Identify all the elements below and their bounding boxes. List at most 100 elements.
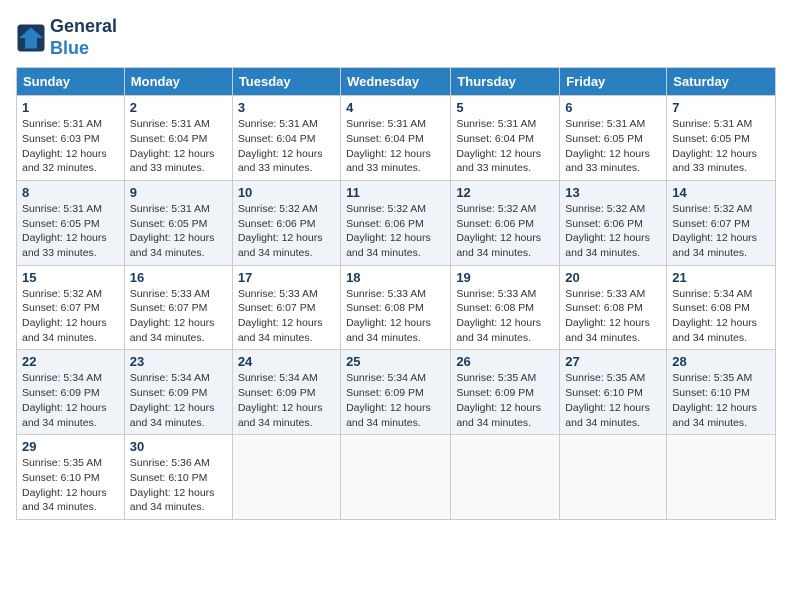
day-info: Sunrise: 5:31 AM Sunset: 6:04 PM Dayligh… <box>238 117 335 176</box>
day-number: 28 <box>672 354 770 369</box>
calendar-week-5: 29 Sunrise: 5:35 AM Sunset: 6:10 PM Dayli… <box>17 435 776 520</box>
calendar-cell: 20 Sunrise: 5:33 AM Sunset: 6:08 PM Dayli… <box>560 265 667 350</box>
day-info: Sunrise: 5:32 AM Sunset: 6:06 PM Dayligh… <box>346 202 445 261</box>
calendar-cell <box>232 435 340 520</box>
logo-text: General Blue <box>50 16 117 59</box>
day-info: Sunrise: 5:31 AM Sunset: 6:05 PM Dayligh… <box>565 117 661 176</box>
header-saturday: Saturday <box>667 68 776 96</box>
day-number: 18 <box>346 270 445 285</box>
calendar-cell: 9Sunrise: 5:31 AM Sunset: 6:05 PM Daylig… <box>124 180 232 265</box>
calendar-cell: 2Sunrise: 5:31 AM Sunset: 6:04 PM Daylig… <box>124 96 232 181</box>
day-number: 27 <box>565 354 661 369</box>
calendar-week-2: 8Sunrise: 5:31 AM Sunset: 6:05 PM Daylig… <box>17 180 776 265</box>
calendar-cell <box>341 435 451 520</box>
day-info: Sunrise: 5:35 AM Sunset: 6:09 PM Dayligh… <box>456 371 554 430</box>
day-number: 1 <box>22 100 119 115</box>
header-thursday: Thursday <box>451 68 560 96</box>
day-info: Sunrise: 5:34 AM Sunset: 6:08 PM Dayligh… <box>672 287 770 346</box>
day-number: 19 <box>456 270 554 285</box>
day-number: 26 <box>456 354 554 369</box>
day-number: 13 <box>565 185 661 200</box>
logo-blue: Blue <box>50 38 89 58</box>
day-info: Sunrise: 5:33 AM Sunset: 6:08 PM Dayligh… <box>346 287 445 346</box>
calendar-cell: 26 Sunrise: 5:35 AM Sunset: 6:09 PM Dayli… <box>451 350 560 435</box>
day-info: Sunrise: 5:33 AM Sunset: 6:08 PM Dayligh… <box>456 287 554 346</box>
day-number: 29 <box>22 439 119 454</box>
day-number: 23 <box>130 354 227 369</box>
day-info: Sunrise: 5:31 AM Sunset: 6:05 PM Dayligh… <box>22 202 119 261</box>
logo-icon <box>16 23 46 53</box>
calendar-cell <box>667 435 776 520</box>
day-number: 10 <box>238 185 335 200</box>
day-number: 15 <box>22 270 119 285</box>
calendar-cell: 16 Sunrise: 5:33 AM Sunset: 6:07 PM Dayli… <box>124 265 232 350</box>
header-tuesday: Tuesday <box>232 68 340 96</box>
day-info: Sunrise: 5:34 AM Sunset: 6:09 PM Dayligh… <box>346 371 445 430</box>
day-number: 16 <box>130 270 227 285</box>
day-info: Sunrise: 5:32 AM Sunset: 6:06 PM Dayligh… <box>238 202 335 261</box>
calendar-cell: 21 Sunrise: 5:34 AM Sunset: 6:08 PM Dayli… <box>667 265 776 350</box>
day-info: Sunrise: 5:32 AM Sunset: 6:07 PM Dayligh… <box>672 202 770 261</box>
calendar-cell: 22 Sunrise: 5:34 AM Sunset: 6:09 PM Dayli… <box>17 350 125 435</box>
day-number: 6 <box>565 100 661 115</box>
day-info: Sunrise: 5:34 AM Sunset: 6:09 PM Dayligh… <box>22 371 119 430</box>
day-info: Sunrise: 5:35 AM Sunset: 6:10 PM Dayligh… <box>22 456 119 515</box>
calendar-week-4: 22 Sunrise: 5:34 AM Sunset: 6:09 PM Dayli… <box>17 350 776 435</box>
calendar-cell: 25 Sunrise: 5:34 AM Sunset: 6:09 PM Dayli… <box>341 350 451 435</box>
day-info: Sunrise: 5:31 AM Sunset: 6:04 PM Dayligh… <box>456 117 554 176</box>
day-info: Sunrise: 5:32 AM Sunset: 6:07 PM Dayligh… <box>22 287 119 346</box>
day-number: 25 <box>346 354 445 369</box>
day-number: 4 <box>346 100 445 115</box>
calendar-cell: 10 Sunrise: 5:32 AM Sunset: 6:06 PM Dayli… <box>232 180 340 265</box>
calendar-cell: 14Sunrise: 5:32 AM Sunset: 6:07 PM Dayli… <box>667 180 776 265</box>
calendar-cell: 7Sunrise: 5:31 AM Sunset: 6:05 PM Daylig… <box>667 96 776 181</box>
calendar-cell: 3 Sunrise: 5:31 AM Sunset: 6:04 PM Daylig… <box>232 96 340 181</box>
day-info: Sunrise: 5:33 AM Sunset: 6:07 PM Dayligh… <box>238 287 335 346</box>
day-number: 12 <box>456 185 554 200</box>
calendar-week-1: 1 Sunrise: 5:31 AM Sunset: 6:03 PM Daylig… <box>17 96 776 181</box>
calendar-cell: 23Sunrise: 5:34 AM Sunset: 6:09 PM Dayli… <box>124 350 232 435</box>
day-number: 17 <box>238 270 335 285</box>
calendar-cell: 30 Sunrise: 5:36 AM Sunset: 6:10 PM Dayli… <box>124 435 232 520</box>
day-number: 2 <box>130 100 227 115</box>
day-number: 5 <box>456 100 554 115</box>
calendar-cell: 1 Sunrise: 5:31 AM Sunset: 6:03 PM Daylig… <box>17 96 125 181</box>
calendar-cell: 13Sunrise: 5:32 AM Sunset: 6:06 PM Dayli… <box>560 180 667 265</box>
day-info: Sunrise: 5:31 AM Sunset: 6:05 PM Dayligh… <box>130 202 227 261</box>
logo-general: General <box>50 16 117 36</box>
header-row: SundayMondayTuesdayWednesdayThursdayFrid… <box>17 68 776 96</box>
calendar-cell: 29 Sunrise: 5:35 AM Sunset: 6:10 PM Dayli… <box>17 435 125 520</box>
page-header: General Blue <box>16 16 776 59</box>
day-info: Sunrise: 5:35 AM Sunset: 6:10 PM Dayligh… <box>672 371 770 430</box>
day-number: 21 <box>672 270 770 285</box>
calendar-cell: 19 Sunrise: 5:33 AM Sunset: 6:08 PM Dayli… <box>451 265 560 350</box>
header-monday: Monday <box>124 68 232 96</box>
day-number: 24 <box>238 354 335 369</box>
calendar-cell: 24 Sunrise: 5:34 AM Sunset: 6:09 PM Dayli… <box>232 350 340 435</box>
day-info: Sunrise: 5:33 AM Sunset: 6:08 PM Dayligh… <box>565 287 661 346</box>
calendar-cell: 4 Sunrise: 5:31 AM Sunset: 6:04 PM Daylig… <box>341 96 451 181</box>
day-number: 22 <box>22 354 119 369</box>
calendar-cell: 15 Sunrise: 5:32 AM Sunset: 6:07 PM Dayli… <box>17 265 125 350</box>
day-info: Sunrise: 5:36 AM Sunset: 6:10 PM Dayligh… <box>130 456 227 515</box>
calendar-cell: 8Sunrise: 5:31 AM Sunset: 6:05 PM Daylig… <box>17 180 125 265</box>
calendar-cell <box>451 435 560 520</box>
day-info: Sunrise: 5:34 AM Sunset: 6:09 PM Dayligh… <box>238 371 335 430</box>
calendar-week-3: 15 Sunrise: 5:32 AM Sunset: 6:07 PM Dayli… <box>17 265 776 350</box>
calendar-cell: 27 Sunrise: 5:35 AM Sunset: 6:10 PM Dayli… <box>560 350 667 435</box>
calendar-cell: 6 Sunrise: 5:31 AM Sunset: 6:05 PM Daylig… <box>560 96 667 181</box>
day-number: 3 <box>238 100 335 115</box>
calendar-cell: 12Sunrise: 5:32 AM Sunset: 6:06 PM Dayli… <box>451 180 560 265</box>
day-number: 20 <box>565 270 661 285</box>
day-number: 7 <box>672 100 770 115</box>
day-info: Sunrise: 5:31 AM Sunset: 6:04 PM Dayligh… <box>346 117 445 176</box>
day-info: Sunrise: 5:35 AM Sunset: 6:10 PM Dayligh… <box>565 371 661 430</box>
calendar-table: SundayMondayTuesdayWednesdayThursdayFrid… <box>16 67 776 520</box>
calendar-cell: 11Sunrise: 5:32 AM Sunset: 6:06 PM Dayli… <box>341 180 451 265</box>
calendar-cell: 5 Sunrise: 5:31 AM Sunset: 6:04 PM Daylig… <box>451 96 560 181</box>
day-number: 30 <box>130 439 227 454</box>
day-info: Sunrise: 5:31 AM Sunset: 6:03 PM Dayligh… <box>22 117 119 176</box>
day-info: Sunrise: 5:33 AM Sunset: 6:07 PM Dayligh… <box>130 287 227 346</box>
calendar-cell <box>560 435 667 520</box>
logo: General Blue <box>16 16 117 59</box>
